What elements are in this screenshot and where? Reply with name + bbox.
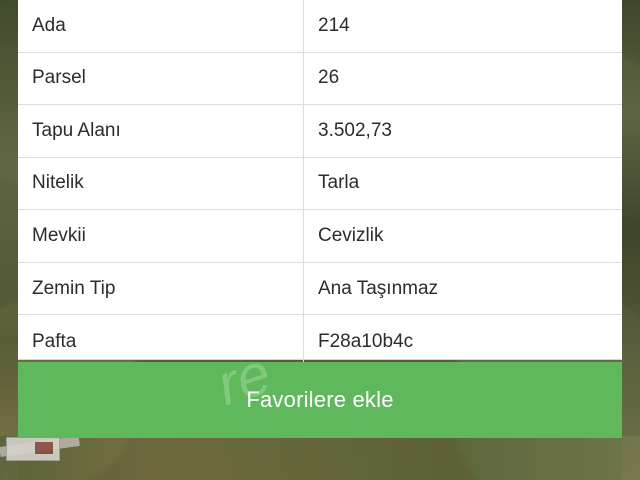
map-field-left — [0, 0, 18, 480]
details-value: Ana Taşınmaz — [303, 262, 622, 315]
parcel-details-card: Ada 214 Parsel 26 Tapu Alanı 3.502,73 Ni… — [18, 0, 622, 368]
details-row-zemin-tip: Zemin Tip Ana Taşınmaz — [18, 262, 622, 316]
add-to-favorites-button[interactable]: Favorilere ekle — [18, 362, 622, 438]
details-value: 3.502,73 — [303, 105, 622, 157]
details-value: 214 — [303, 0, 622, 52]
map-field-bottom — [0, 436, 640, 480]
details-row-nitelik: Nitelik Tarla — [18, 157, 622, 211]
map-field-right — [622, 0, 640, 480]
details-label: Zemin Tip — [32, 277, 116, 299]
details-row-pafta: Pafta F28a10b4c — [18, 315, 622, 368]
details-row-mevkii: Mevkii Cevizlik — [18, 210, 622, 263]
details-label: Mevkii — [32, 225, 86, 247]
details-value: 26 — [303, 52, 622, 105]
details-label: Pafta — [32, 330, 77, 352]
details-label: Ada — [32, 14, 66, 36]
details-label: Tapu Alanı — [32, 119, 121, 141]
details-label: Nitelik — [32, 172, 84, 194]
details-label: Parsel — [32, 67, 86, 89]
details-row-tapu-alani: Tapu Alanı 3.502,73 — [18, 105, 622, 158]
details-value: Tarla — [303, 157, 622, 210]
details-value: Cevizlik — [303, 210, 622, 262]
details-row-ada: Ada 214 — [18, 0, 622, 53]
details-row-parsel: Parsel 26 — [18, 52, 622, 106]
map-building — [6, 437, 60, 461]
details-value: F28a10b4c — [303, 315, 622, 368]
